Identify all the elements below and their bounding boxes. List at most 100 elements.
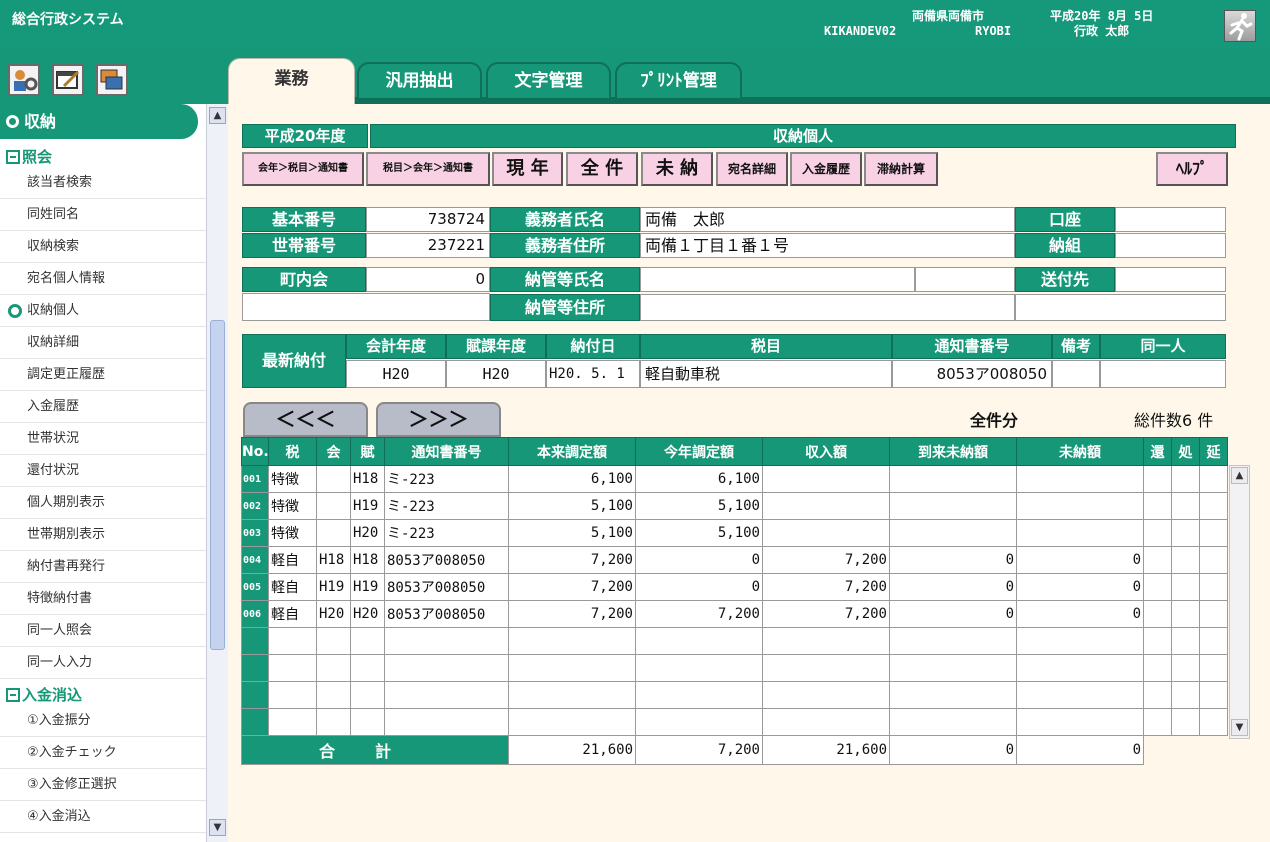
scroll-up-icon[interactable]: ▲ <box>209 107 226 124</box>
sidebar-item[interactable]: ①入金振分 <box>0 705 206 737</box>
sidebar-item-selected[interactable]: 収納個人 <box>0 295 206 327</box>
total-blank <box>1143 735 1228 765</box>
table-cell: 6,100 <box>635 465 763 493</box>
sidebar-item[interactable]: 同一人照会 <box>0 615 206 647</box>
latest-value <box>1052 360 1100 388</box>
table-cell: 5,100 <box>635 519 763 547</box>
table-cell <box>508 654 636 682</box>
scroll-thumb[interactable] <box>210 320 225 650</box>
tab-hanyo-chushutsu[interactable]: 汎用抽出 <box>357 62 482 98</box>
radio-icon <box>8 304 22 318</box>
prev-page-button[interactable]: ＜＜＜ <box>243 402 368 437</box>
sidebar-group-shokai[interactable]: 照会 <box>6 146 52 167</box>
tab-moji-kanri[interactable]: 文字管理 <box>486 62 611 98</box>
table-cell: 0 <box>635 573 763 601</box>
table-cell: 0 <box>635 546 763 574</box>
sidebar-item[interactable]: 同一人入力 <box>0 647 206 679</box>
latest-value <box>1100 360 1226 388</box>
sort-nendo-button[interactable]: 会年＞税目＞通知書 <box>242 152 364 186</box>
scroll-up-icon[interactable]: ▲ <box>1231 467 1248 484</box>
table-cell <box>316 654 351 682</box>
help-button[interactable]: ﾍﾙﾌﾟ <box>1156 152 1228 186</box>
tab-gyomu[interactable]: 業務 <box>228 58 355 104</box>
table-cell <box>889 681 1017 709</box>
sidebar-item[interactable]: 個人期別表示 <box>0 487 206 519</box>
tool-settings-button[interactable] <box>8 64 40 96</box>
table-cell <box>1199 600 1228 628</box>
sidebar-item[interactable]: 納付書再発行 <box>0 551 206 583</box>
table-row[interactable]: 005 軽自 H19 H19 8053ア008050 7,200 0 7,200 0 0 <box>241 573 1228 601</box>
sidebar-item[interactable]: ③入金修正選択 <box>0 769 206 801</box>
unpaid-button[interactable]: 未 納 <box>641 152 713 186</box>
sidebar-item[interactable]: 特徴納付書 <box>0 583 206 615</box>
sidebar-item[interactable]: 還付状況 <box>0 455 206 487</box>
tool-windows-button[interactable] <box>96 64 128 96</box>
exit-button[interactable] <box>1224 10 1256 42</box>
scroll-down-icon[interactable]: ▼ <box>1231 719 1248 736</box>
collapse-icon <box>6 150 20 164</box>
column-header: 本来調定額 <box>508 437 636 466</box>
table-row[interactable] <box>241 654 1228 682</box>
sidebar-group-nyukin[interactable]: 入金消込 <box>6 684 82 705</box>
sidebar-item[interactable]: ④入金消込 <box>0 801 206 833</box>
sidebar-item[interactable]: 調定更正履歴 <box>0 359 206 391</box>
table-row[interactable]: 004 軽自 H18 H18 8053ア008050 7,200 0 7,200 0 0 <box>241 546 1228 574</box>
latest-header: 同一人 <box>1100 334 1226 359</box>
sidebar-item[interactable]: 収納検索 <box>0 231 206 263</box>
sidebar-item[interactable]: 入金履歴 <box>0 391 206 423</box>
collapse-icon <box>6 688 20 702</box>
sidebar-section-shuno[interactable]: 収納 <box>0 104 198 139</box>
column-header: 延 <box>1199 437 1228 466</box>
column-header: 還 <box>1143 437 1172 466</box>
page-title: 収納個人 <box>370 124 1236 148</box>
current-year-button[interactable]: 現 年 <box>492 152 563 186</box>
table-cell: H20 <box>350 519 385 547</box>
table-cell <box>316 519 351 547</box>
table-cell: H19 <box>350 492 385 520</box>
table-cell: 7,200 <box>762 573 890 601</box>
table-row[interactable] <box>241 681 1228 709</box>
table-scrollbar[interactable]: ▲ ▼ <box>1229 465 1250 739</box>
table-cell: H20 <box>316 600 351 628</box>
table-row[interactable]: 002 特徴 H19 ミ-223 5,100 5,100 <box>241 492 1228 520</box>
tab-print-kanri[interactable]: ﾌﾟﾘﾝﾄ管理 <box>615 62 742 98</box>
sidebar-item[interactable]: 世帯状況 <box>0 423 206 455</box>
sidebar-scrollbar[interactable]: ▲ ▼ <box>206 104 228 842</box>
sidebar-item[interactable]: ②入金チェック <box>0 737 206 769</box>
table-cell: 特徴 <box>268 492 317 520</box>
next-page-button[interactable]: ＞＞＞ <box>376 402 501 437</box>
column-header: 通知書番号 <box>384 437 509 466</box>
table-cell <box>316 708 351 736</box>
address-detail-button[interactable]: 宛名詳細 <box>716 152 788 186</box>
total-label: 合計 <box>241 735 509 765</box>
sort-zeimoku-button[interactable]: 税目＞会年＞通知書 <box>366 152 490 186</box>
detail-table: No. 税 会 賦 通知書番号 本来調定額 今年調定額 収入額 到来未納額 未納… <box>241 437 1228 765</box>
table-row[interactable]: 001 特徴 H18 ミ-223 6,100 6,100 <box>241 465 1228 493</box>
table-cell: 5,100 <box>508 519 636 547</box>
label-nokan-address: 納管等住所 <box>490 294 640 321</box>
table-cell: 特徴 <box>268 519 317 547</box>
table-row[interactable]: 006 軽自 H20 H20 8053ア008050 7,200 7,200 7,200 0 0 <box>241 600 1228 628</box>
table-cell <box>508 681 636 709</box>
table-row[interactable] <box>241 708 1228 736</box>
table-cell: 7,200 <box>508 600 636 628</box>
sidebar-item[interactable]: 宛名個人情報 <box>0 263 206 295</box>
summary-mode: 全件分 <box>970 411 1019 430</box>
tool-edit-button[interactable] <box>52 64 84 96</box>
table-cell <box>350 681 385 709</box>
sidebar-item[interactable]: 世帯期別表示 <box>0 519 206 551</box>
arrears-calc-button[interactable]: 滞納計算 <box>864 152 938 186</box>
table-cell <box>1143 627 1172 655</box>
scroll-down-icon[interactable]: ▼ <box>209 819 226 836</box>
sidebar-item[interactable]: 同姓同名 <box>0 199 206 231</box>
payment-history-button[interactable]: 入金履歴 <box>790 152 862 186</box>
row-number: 006 <box>241 600 269 628</box>
sidebar-item[interactable]: 該当者検索 <box>0 167 206 199</box>
table-row[interactable]: 003 特徴 H20 ミ-223 5,100 5,100 <box>241 519 1228 547</box>
all-button[interactable]: 全 件 <box>566 152 638 186</box>
table-cell <box>1171 627 1200 655</box>
table-row[interactable] <box>241 627 1228 655</box>
sidebar-item[interactable]: 収納詳細 <box>0 327 206 359</box>
table-cell: H19 <box>316 573 351 601</box>
latest-header: 納付日 <box>546 334 640 359</box>
